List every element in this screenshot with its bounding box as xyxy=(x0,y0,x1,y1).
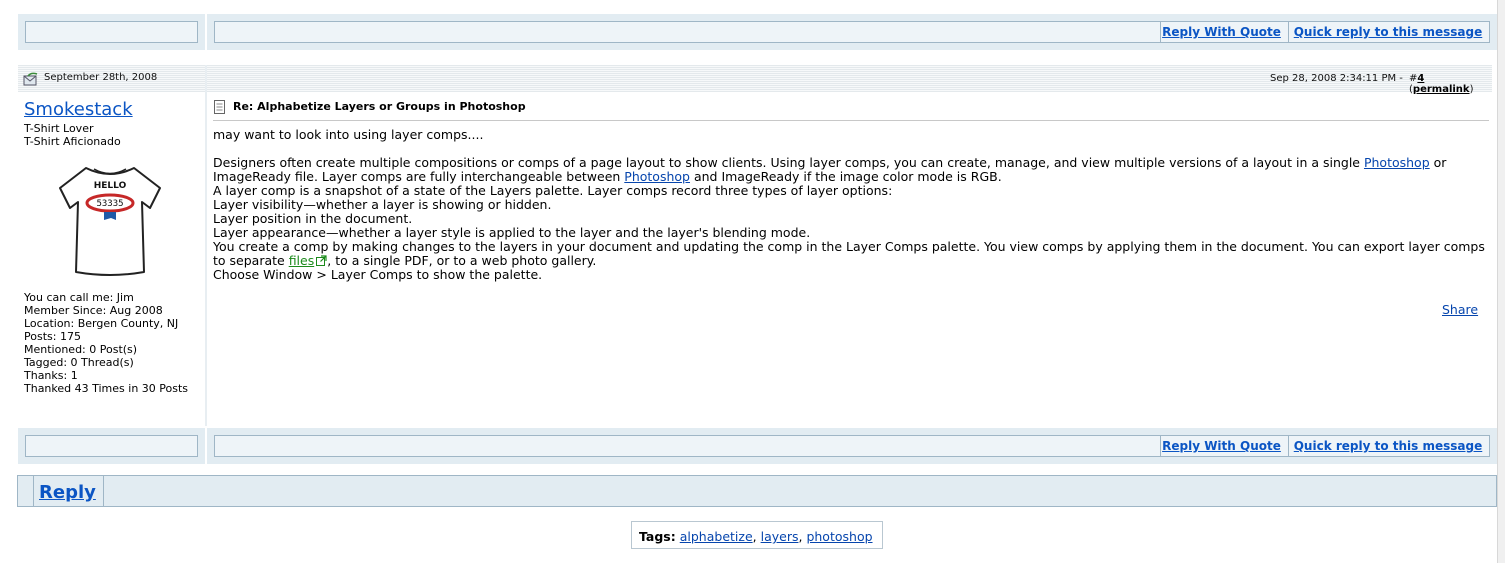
tags-box: Tags: alphabetize, layers, photoshop xyxy=(631,521,883,549)
scrollbar-edge[interactable] xyxy=(1497,0,1505,563)
post-line-snapshot: A layer comp is a snapshot of a state of… xyxy=(213,183,893,198)
post-number-link[interactable]: 4 xyxy=(1417,73,1424,84)
post-title: Re: Alphabetize Layers or Groups in Phot… xyxy=(233,100,526,113)
avatar: HELLO 53335 xyxy=(56,160,164,278)
user-stat-thanked: Thanked 43 Times in 30 Posts xyxy=(24,382,189,395)
tag-layers[interactable]: layers xyxy=(761,529,799,544)
post-p1-text-a: Designers often create multiple composit… xyxy=(213,155,1364,170)
username-link[interactable]: Smokestack xyxy=(24,99,133,120)
top-bar-left xyxy=(18,14,205,50)
reply-bar-stub xyxy=(18,476,34,506)
post-line-appearance: Layer appearance—whether a layer style i… xyxy=(213,225,811,240)
user-stat-posts: Posts: 175 xyxy=(24,330,81,343)
post-line-visibility: Layer visibility—whether a layer is show… xyxy=(213,197,552,212)
top-bar-left-box xyxy=(25,21,198,43)
quick-reply-button-bottom[interactable]: Quick reply to this message xyxy=(1288,436,1487,456)
photoshop-link-1[interactable]: Photoshop xyxy=(1364,155,1430,170)
tag-photoshop[interactable]: photoshop xyxy=(806,529,872,544)
post-blank-line xyxy=(213,142,1489,156)
post-icon xyxy=(213,100,227,114)
top-bar-right-box: Reply With Quote Quick reply to this mes… xyxy=(214,21,1490,43)
avatar-number-text: 53335 xyxy=(96,199,123,209)
user-stat-mentioned: Mentioned: 0 Post(s) xyxy=(24,343,138,356)
photoshop-link-2[interactable]: Photoshop xyxy=(624,169,690,184)
post-header-right: Sep 28, 2008 2:34:11 PM - #4 (permalink) xyxy=(207,65,1492,95)
tshirt-avatar-icon: HELLO 53335 xyxy=(59,167,161,276)
bottom-bar-left xyxy=(18,428,205,464)
tag-comma-1: , xyxy=(752,529,757,544)
user-stat-location: Location: Bergen County, NJ xyxy=(24,317,179,330)
user-title-1: T-Shirt Lover xyxy=(24,122,94,135)
user-stat-tagged: Tagged: 0 Thread(s) xyxy=(24,356,134,369)
share-link[interactable]: Share xyxy=(1442,302,1478,317)
reply-button[interactable]: Reply xyxy=(39,482,96,503)
post-paragraph-2: You create a comp by making changes to t… xyxy=(213,240,1489,268)
post-p1-text-c: and ImageReady if the image color mode i… xyxy=(689,169,1002,184)
tags-content: Tags: alphabetize, layers, photoshop xyxy=(639,529,873,544)
post-content: Re: Alphabetize Layers or Groups in Phot… xyxy=(207,92,1492,426)
files-link[interactable]: files xyxy=(289,253,315,268)
quick-reply-button[interactable]: Quick reply to this message xyxy=(1288,22,1487,42)
bottom-bar-left-box xyxy=(25,435,198,457)
post-line-intro: may want to look into using layer comps.… xyxy=(213,127,484,142)
reply-with-quote-button[interactable]: Reply With Quote xyxy=(1160,22,1282,42)
post-date: September 28th, 2008 xyxy=(44,72,158,83)
post-line-position: Layer position in the document. xyxy=(213,211,413,226)
tag-alphabetize[interactable]: alphabetize xyxy=(680,529,753,544)
post-title-divider xyxy=(213,120,1489,121)
external-link-icon xyxy=(316,255,327,266)
user-stat-member-since: Member Since: Aug 2008 xyxy=(24,304,163,317)
user-stat-call-me: You can call me: Jim xyxy=(24,291,134,304)
reply-with-quote-button-bottom[interactable]: Reply With Quote xyxy=(1160,436,1282,456)
reply-bar: Reply xyxy=(17,475,1497,507)
post-line-choose: Choose Window > Layer Comps to show the … xyxy=(213,267,543,282)
post-body: may want to look into using layer comps.… xyxy=(213,128,1489,282)
user-title: T-Shirt Lover T-Shirt Aficionado xyxy=(24,122,121,148)
bottom-bar-right: Reply With Quote Quick reply to this mes… xyxy=(207,428,1497,464)
tags-label: Tags xyxy=(639,529,671,544)
user-stats: You can call me: Jim Member Since: Aug 2… xyxy=(24,291,188,395)
post-timestamp: Sep 28, 2008 2:34:11 PM - xyxy=(1270,73,1403,84)
post-header-left: September 28th, 2008 xyxy=(18,65,205,92)
avatar-hello-text: HELLO xyxy=(94,181,127,191)
top-bar-right: Reply With Quote Quick reply to this mes… xyxy=(207,14,1497,50)
post-p2-text-b: , to a single PDF, or to a web photo gal… xyxy=(327,253,597,268)
tags-colon: : xyxy=(670,529,676,544)
bottom-bar-right-box: Reply With Quote Quick reply to this mes… xyxy=(214,435,1490,457)
tag-comma-2: , xyxy=(798,529,803,544)
user-info-panel: Smokestack T-Shirt Lover T-Shirt Aficion… xyxy=(18,92,205,426)
user-title-2: T-Shirt Aficionado xyxy=(24,135,121,148)
user-stat-thanks: Thanks: 1 xyxy=(24,369,78,382)
post-paragraph-1: Designers often create multiple composit… xyxy=(213,156,1489,184)
post-date-icon xyxy=(23,72,41,86)
